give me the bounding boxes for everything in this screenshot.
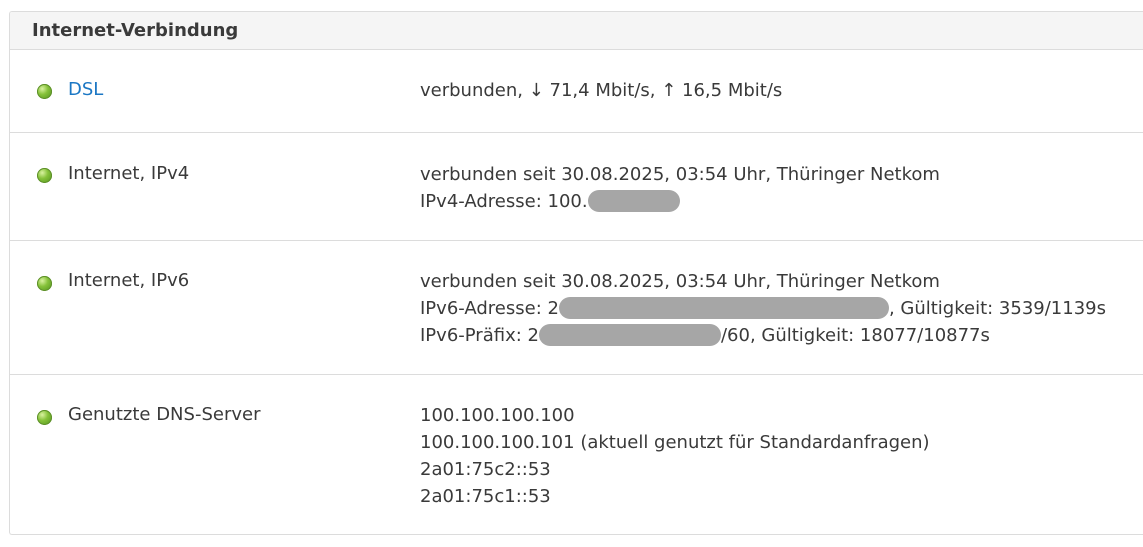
ipv6-prefix-validity: /60, Gültigkeit: 18077/10877s [720,325,990,346]
dns-server-item: 100.100.100.100 [420,405,575,426]
ipv4-label: Internet, IPv4 [68,163,190,184]
dns-label: Genutzte DNS-Server [68,404,261,425]
dns-server-item: 100.100.100.101 (aktuell genutzt für Sta… [420,432,930,453]
dns-server-item: 2a01:75c1::53 [420,486,551,507]
ipv6-label: Internet, IPv6 [68,270,190,291]
redacted-ipv6-prefix [538,324,721,346]
dns-server-list: 100.100.100.100 100.100.100.101 (aktuell… [420,402,930,510]
ipv6-status: verbunden seit 30.08.2025, 03:54 Uhr, Th… [420,268,1106,349]
ipv6-prefix-line: IPv6-Präfix: 2/60, Gültigkeit: 18077/108… [420,322,1106,349]
status-led-icon [37,168,52,183]
status-led-icon [37,84,52,99]
panel-title: Internet-Verbindung [10,12,1143,50]
internet-connection-panel: Internet-Verbindung DSL verbunden, ↓ 71,… [9,11,1143,535]
connection-row-dns: Genutzte DNS-Server 100.100.100.100 100.… [10,375,1143,534]
status-led-icon [37,276,52,291]
ipv6-status-line: verbunden seit 30.08.2025, 03:54 Uhr, Th… [420,271,940,292]
redacted-ipv4-address [587,190,680,212]
ipv4-status-line: verbunden seit 30.08.2025, 03:54 Uhr, Th… [420,164,940,185]
ipv6-address-validity: , Gültigkeit: 3539/1139s [888,298,1106,319]
ipv6-address-label: IPv6-Adresse: 2 [420,298,559,319]
redacted-ipv6-address [558,297,889,319]
connection-row-ipv6: Internet, IPv6 verbunden seit 30.08.2025… [10,241,1143,375]
ipv6-address-line: IPv6-Adresse: 2 , Gültigkeit: 3539/1139s [420,295,1106,322]
connection-row-dsl: DSL verbunden, ↓ 71,4 Mbit/s, ↑ 16,5 Mbi… [10,50,1143,133]
dsl-status-line: verbunden, ↓ 71,4 Mbit/s, ↑ 16,5 Mbit/s [420,80,783,101]
connection-row-ipv4: Internet, IPv4 verbunden seit 30.08.2025… [10,133,1143,241]
ipv4-address-line: IPv4-Adresse: 100. [420,188,940,215]
dns-server-item: 2a01:75c2::53 [420,459,551,480]
ipv6-prefix-label: IPv6-Präfix: 2 [420,325,539,346]
ipv4-status: verbunden seit 30.08.2025, 03:54 Uhr, Th… [420,161,940,215]
status-led-icon [37,410,52,425]
dsl-status: verbunden, ↓ 71,4 Mbit/s, ↑ 16,5 Mbit/s [420,77,782,104]
ipv4-address-label: IPv4-Adresse: 100. [420,191,588,212]
dsl-link[interactable]: DSL [68,77,103,103]
